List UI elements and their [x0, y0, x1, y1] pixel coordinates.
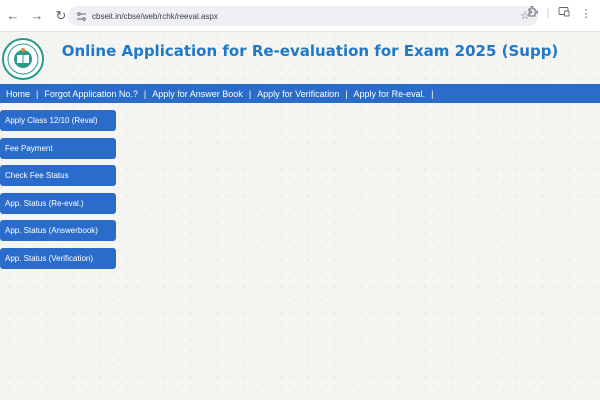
menu-kebab-icon[interactable]: ⋮: [578, 7, 594, 20]
address-bar[interactable]: cbseit.in/cbse/web/rchk/reeval.aspx ☆: [68, 6, 538, 26]
top-menu-bar: Home | Forgot Application No.? | Apply f…: [0, 84, 600, 103]
cbse-logo-icon: [2, 38, 44, 80]
url-text[interactable]: cbseit.in/cbse/web/rchk/reeval.aspx: [92, 12, 218, 21]
site-info-icon[interactable]: [74, 9, 88, 23]
menu-apply-re-eval[interactable]: Apply for Re-eval.: [348, 84, 432, 103]
back-icon[interactable]: ←: [2, 5, 24, 27]
apply-class-reval-button[interactable]: Apply Class 12/10 (Reval): [0, 110, 116, 131]
menu-separator: |: [431, 89, 433, 99]
page-header: Online Application for Re-evaluation for…: [0, 32, 600, 84]
fee-payment-button[interactable]: Fee Payment: [0, 138, 116, 159]
separator-icon: |: [546, 7, 550, 19]
app-status-verification-button[interactable]: App. Status (Verification): [0, 248, 116, 269]
menu-home[interactable]: Home: [0, 84, 36, 103]
page-body: Online Application for Re-evaluation for…: [0, 32, 600, 400]
app-status-answerbook-button[interactable]: App. Status (Answerbook): [0, 220, 116, 241]
side-menu: Apply Class 12/10 (Reval) Fee Payment Ch…: [0, 110, 116, 275]
browser-toolbar: ← → ↻ cbseit.in/cbse/web/rchk/reeval.asp…: [0, 0, 600, 32]
check-fee-status-button[interactable]: Check Fee Status: [0, 165, 116, 186]
menu-forgot-application-no[interactable]: Forgot Application No.?: [38, 84, 144, 103]
menu-apply-answer-book[interactable]: Apply for Answer Book: [146, 84, 249, 103]
menu-apply-verification[interactable]: Apply for Verification: [251, 84, 345, 103]
page-title: Online Application for Re-evaluation for…: [60, 42, 560, 60]
forward-icon[interactable]: →: [26, 5, 48, 27]
app-status-reeval-button[interactable]: App. Status (Re-eval.): [0, 193, 116, 214]
extensions-icon[interactable]: [524, 6, 540, 20]
tab-search-icon[interactable]: [556, 6, 572, 20]
